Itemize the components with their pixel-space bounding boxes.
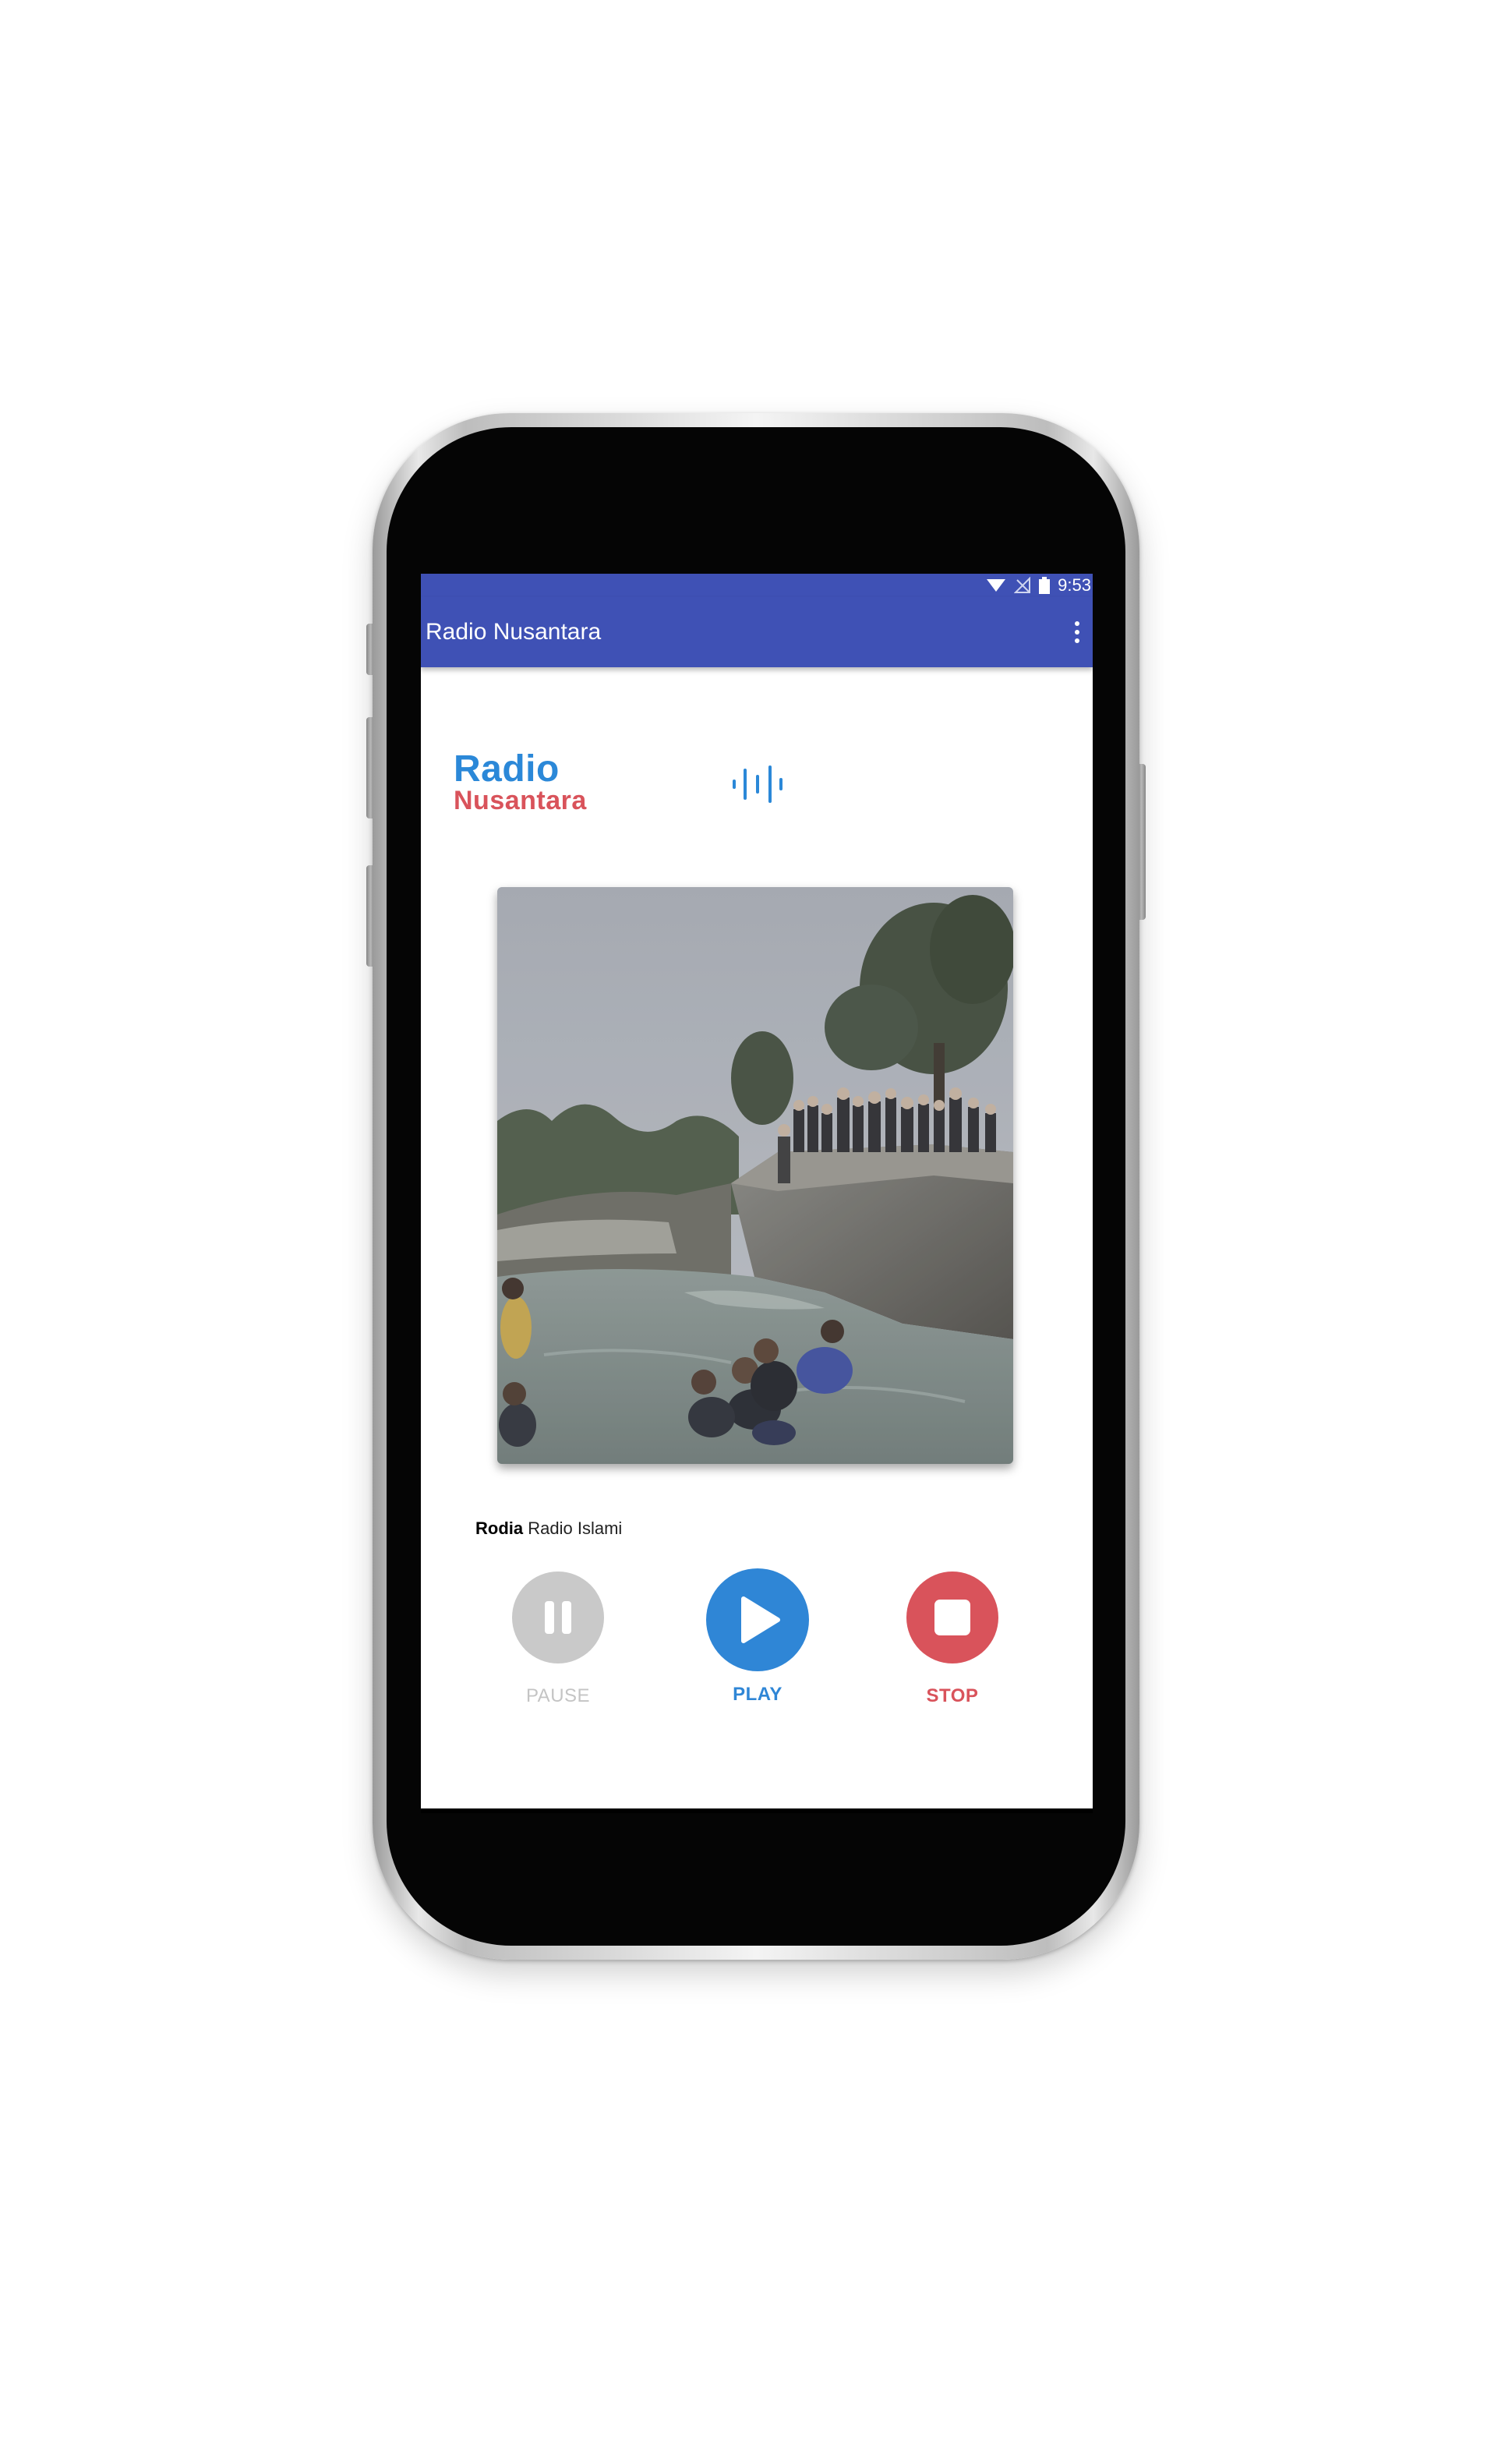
stop-circle[interactable]	[906, 1572, 998, 1663]
audio-wave-icon	[733, 765, 782, 803]
screen-bottom-area	[421, 1808, 1093, 1813]
pause-button[interactable]: PAUSE	[503, 1572, 613, 1707]
status-time: 9:53	[1058, 575, 1091, 595]
main-content: Radio Nusantara Rodia Radio Islami PAUSE…	[421, 667, 1093, 1808]
battery-icon	[1039, 577, 1051, 594]
app-bar: Radio Nusantara	[421, 597, 1093, 667]
stop-label: STOP	[926, 1685, 979, 1706]
app-title: Radio Nusantara	[426, 619, 602, 645]
status-icons: 9:53	[986, 574, 1093, 597]
stop-button[interactable]: STOP	[898, 1572, 1007, 1707]
overflow-menu-icon[interactable]	[1069, 617, 1085, 648]
phone-mockup-stage: 9:53 Radio Nusantara Radio Nusantara Rod…	[0, 0, 1512, 2443]
pause-circle[interactable]	[512, 1572, 604, 1663]
app-logo: Radio Nusantara	[454, 748, 587, 815]
phone-screen: 9:53 Radio Nusantara Radio Nusantara Rod…	[421, 574, 1093, 1813]
logo-text-radio: Radio	[454, 748, 560, 790]
play-label: PLAY	[733, 1684, 782, 1705]
play-circle[interactable]	[706, 1568, 809, 1671]
station-name: Rodia	[475, 1518, 524, 1538]
station-description: Radio Islami	[528, 1518, 623, 1538]
pause-label: PAUSE	[525, 1685, 591, 1706]
play-button[interactable]: PLAY	[703, 1568, 812, 1706]
stop-icon	[934, 1600, 970, 1635]
pause-icon	[545, 1601, 571, 1634]
now-playing-text: Rodia Radio Islami	[475, 1518, 622, 1539]
album-artwork-image	[497, 887, 1013, 1464]
no-signal-icon	[1014, 577, 1031, 593]
status-bar: 9:53	[421, 574, 1093, 597]
wifi-icon	[987, 579, 1006, 592]
play-icon	[741, 1596, 780, 1643]
logo-text-nusantara: Nusantara	[454, 786, 587, 815]
